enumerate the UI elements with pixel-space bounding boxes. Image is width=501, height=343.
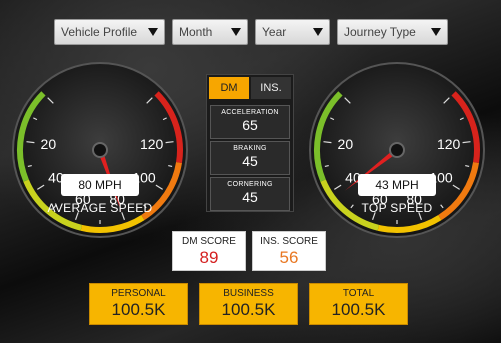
speed-readout: 80 MPH (61, 174, 139, 196)
total-value: 100.5K (111, 300, 166, 319)
total-value: 100.5K (221, 300, 276, 319)
business-total-card: BUSINESS 100.5K (199, 283, 298, 325)
gauge-hub (389, 142, 405, 158)
top-speed-gauge: 20 40 60 80 100 120 43 MPH TOP SPEED (307, 60, 487, 240)
score-value: 56 (279, 248, 299, 267)
dropdown-label: Year (262, 25, 287, 39)
gauge-label: TOP SPEED (361, 201, 433, 215)
acceleration-stat: ACCELERATION 65 (210, 105, 290, 139)
score-label: INS. SCORE (260, 236, 318, 247)
gauge-hub (92, 142, 108, 158)
journey-type-dropdown[interactable]: Journey Type (337, 19, 448, 45)
tab-dm[interactable]: DM (209, 77, 249, 99)
score-value: 89 (199, 248, 219, 267)
cornering-stat: CORNERING 45 (210, 177, 290, 211)
gauge-label: AVERAGE SPEED (47, 201, 153, 215)
stat-value: 45 (242, 153, 258, 169)
gauge-tick-label: 20 (41, 136, 57, 152)
gauge-tick-label: 120 (437, 136, 461, 152)
speed-readout: 43 MPH (358, 174, 436, 196)
braking-stat: BRAKING 45 (210, 141, 290, 175)
dm-score-card: DM SCORE 89 (172, 231, 246, 271)
chevron-down-icon (431, 28, 441, 36)
stat-value: 65 (242, 117, 258, 133)
dropdown-label: Journey Type (344, 25, 416, 39)
total-label: TOTAL (342, 288, 375, 299)
chevron-down-icon (148, 28, 158, 36)
vehicle-profile-dropdown[interactable]: Vehicle Profile (54, 19, 165, 45)
score-label: DM SCORE (182, 236, 236, 247)
month-dropdown[interactable]: Month (172, 19, 248, 45)
average-speed-gauge: 20406080100120 80 MPH AVERAGE SPEED (10, 60, 190, 240)
gauge-tick-label: 120 (140, 136, 164, 152)
chevron-down-icon (231, 28, 241, 36)
dropdown-label: Month (179, 25, 213, 39)
score-breakdown-panel: DM INS. ACCELERATION 65 BRAKING 45 CORNE… (206, 74, 294, 212)
stat-label: CORNERING (227, 181, 273, 188)
stat-label: ACCELERATION (221, 109, 279, 116)
total-value: 100.5K (331, 300, 386, 319)
chevron-down-icon (313, 28, 323, 36)
personal-total-card: PERSONAL 100.5K (89, 283, 188, 325)
ins-score-card: INS. SCORE 56 (252, 231, 326, 271)
dropdown-label: Vehicle Profile (61, 25, 138, 39)
stat-label: BRAKING (233, 145, 267, 152)
total-label: BUSINESS (223, 288, 274, 299)
tab-ins[interactable]: INS. (251, 77, 291, 99)
stat-value: 45 (242, 189, 258, 205)
year-dropdown[interactable]: Year (255, 19, 330, 45)
gauge-tick-label: 20 (338, 136, 354, 152)
total-label: PERSONAL (111, 288, 166, 299)
total-card: TOTAL 100.5K (309, 283, 408, 325)
